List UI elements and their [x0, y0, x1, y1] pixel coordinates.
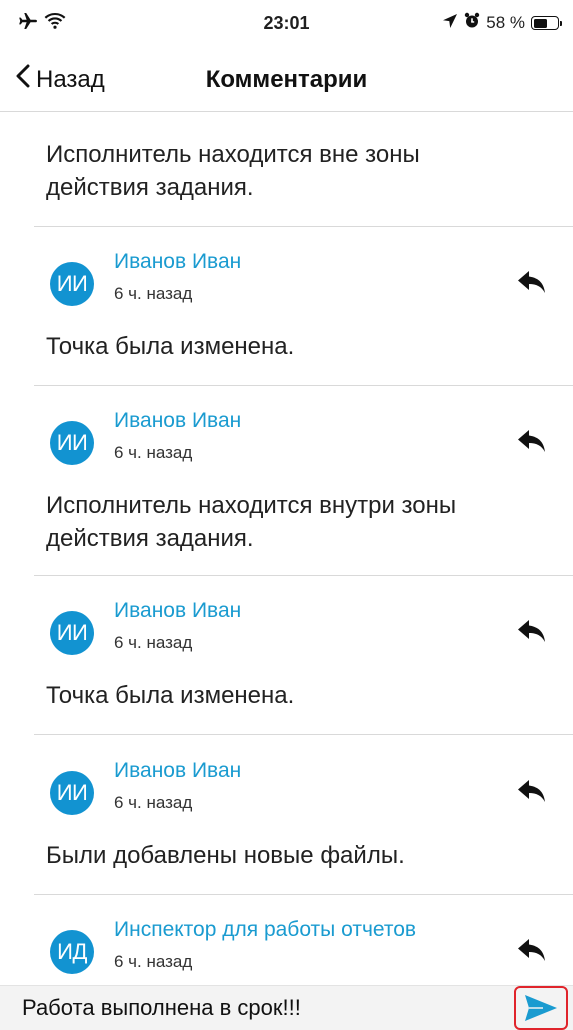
reply-icon	[518, 620, 545, 642]
comment-text: Были добавлены новые файлы.	[46, 842, 405, 869]
status-bar: 23:01 58 %	[0, 0, 573, 46]
divider	[34, 894, 573, 895]
comment-author[interactable]: Иванов Иван	[114, 250, 241, 274]
battery-percentage: 58 %	[486, 13, 525, 32]
wifi-icon	[44, 12, 66, 34]
comment-item: ИД Инспектор для работы отчетов 6 ч. наз…	[0, 918, 573, 978]
reply-icon	[518, 780, 545, 802]
location-arrow-icon	[442, 13, 458, 34]
comment-time: 6 ч. назад	[114, 284, 193, 303]
comment-author[interactable]: Иванов Иван	[114, 599, 241, 623]
avatar: ИИ	[50, 611, 94, 655]
reply-button[interactable]	[517, 270, 547, 294]
comment-text: Точка была изменена.	[46, 682, 295, 709]
divider	[34, 734, 573, 735]
back-button-label: Назад	[36, 65, 105, 93]
navigation-bar: Назад Комментарии	[0, 46, 573, 112]
reply-button[interactable]	[517, 938, 547, 962]
alarm-icon	[464, 12, 480, 34]
avatar: ИИ	[50, 262, 94, 306]
airplane-icon	[18, 12, 38, 35]
reply-icon	[518, 939, 545, 961]
comment-item: ИИ Иванов Иван 6 ч. назад Были добавлены…	[0, 759, 573, 872]
avatar: ИИ	[50, 421, 94, 465]
comment-item: ИИ Иванов Иван 6 ч. назад Исполнитель на…	[0, 409, 573, 555]
comment-author[interactable]: Иванов Иван	[114, 409, 241, 433]
comment-text: Исполнитель находится внутри зоны действ…	[46, 492, 457, 552]
battery-icon	[531, 16, 562, 30]
comment-text: Исполнитель находится вне зоны действия …	[46, 141, 420, 201]
comments-list[interactable]: Исполнитель находится вне зоны действия …	[0, 112, 573, 985]
send-icon	[525, 995, 557, 1021]
comment-author[interactable]: Инспектор для работы отчетов	[114, 918, 416, 942]
comment-text: Точка была изменена.	[46, 333, 295, 360]
comment-item: ИИ Иванов Иван 6 ч. назад Точка была изм…	[0, 250, 573, 363]
chevron-left-icon	[16, 64, 30, 95]
divider	[34, 385, 573, 386]
reply-button[interactable]	[517, 619, 547, 643]
comments-screen: 23:01 58 % Назад Комментарии Исполнитель…	[0, 0, 573, 1030]
back-button[interactable]: Назад	[16, 64, 105, 95]
comment-item: ИИ Иванов Иван 6 ч. назад Точка была изм…	[0, 599, 573, 712]
divider	[34, 575, 573, 576]
comment-time: 6 ч. назад	[114, 633, 193, 652]
comment-time: 6 ч. назад	[114, 952, 193, 971]
comment-input[interactable]	[22, 992, 502, 1024]
divider	[34, 226, 573, 227]
comment-author[interactable]: Иванов Иван	[114, 759, 241, 783]
avatar: ИД	[50, 930, 94, 974]
reply-icon	[518, 430, 545, 452]
comment-time: 6 ч. назад	[114, 443, 193, 462]
comment-time: 6 ч. назад	[114, 793, 193, 812]
reply-button[interactable]	[517, 429, 547, 453]
avatar: ИИ	[50, 771, 94, 815]
send-button[interactable]	[514, 986, 568, 1030]
reply-button[interactable]	[517, 779, 547, 803]
comment-composer	[0, 985, 573, 1030]
reply-icon	[518, 271, 545, 293]
